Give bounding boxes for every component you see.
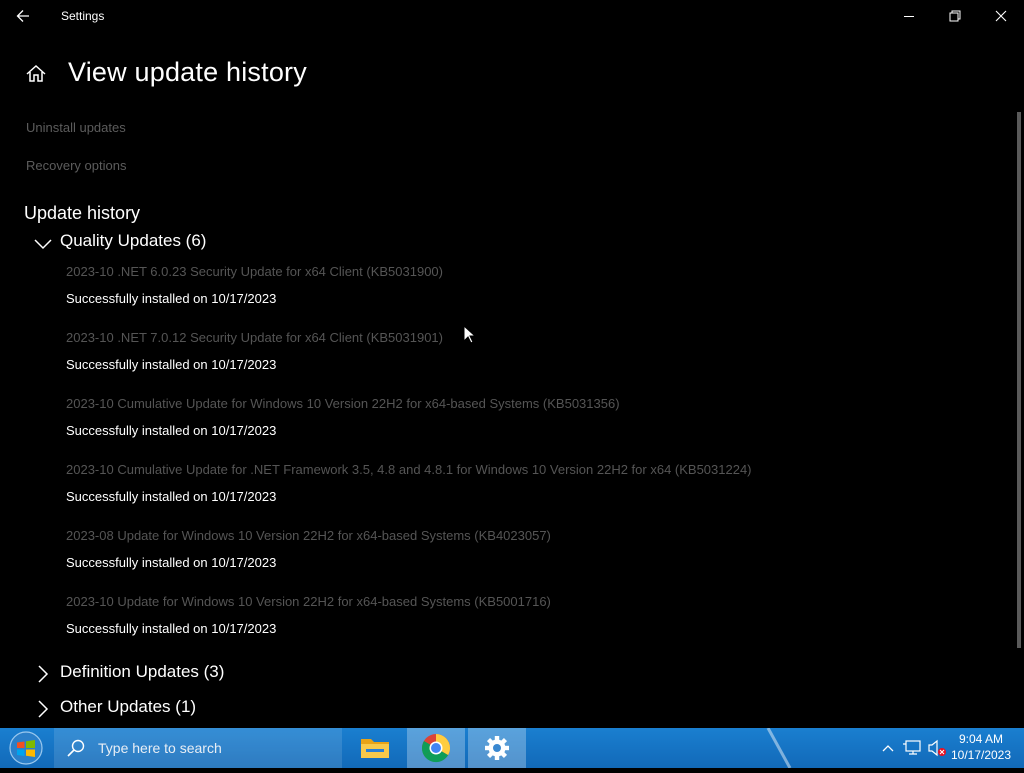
update-status: Successfully installed on 10/17/2023 xyxy=(66,621,277,636)
minimize-button[interactable] xyxy=(886,0,932,32)
restore-button[interactable] xyxy=(932,0,978,32)
clock-time: 9:04 AM xyxy=(958,732,1004,746)
settings-taskbar-button[interactable] xyxy=(468,728,526,768)
gear-icon xyxy=(485,736,509,760)
update-name[interactable]: 2023-10 .NET 6.0.23 Security Update for … xyxy=(66,264,443,279)
wallpaper-streak-decoration xyxy=(766,728,792,768)
home-icon[interactable] xyxy=(24,62,48,86)
definition-updates-label: Definition Updates (3) xyxy=(60,662,225,681)
chevron-right-icon xyxy=(38,665,49,683)
chevron-down-icon xyxy=(34,239,52,250)
chevron-right-icon xyxy=(38,700,49,718)
search-icon xyxy=(67,739,85,757)
windows-logo-icon xyxy=(9,731,43,765)
scrollbar[interactable] xyxy=(1017,112,1021,648)
update-name[interactable]: 2023-08 Update for Windows 10 Version 22… xyxy=(66,528,551,543)
update-name[interactable]: 2023-10 Update for Windows 10 Version 22… xyxy=(66,594,551,609)
volume-muted-icon xyxy=(928,739,946,757)
title-bar: Settings xyxy=(0,0,1024,32)
clock[interactable]: 9:04 AM 10/17/2023 xyxy=(946,731,1016,763)
volume-tray-button[interactable] xyxy=(926,728,948,768)
recovery-options-link[interactable]: Recovery options xyxy=(26,158,126,173)
search-box[interactable]: Type here to search xyxy=(54,728,342,768)
network-tray-button[interactable] xyxy=(902,728,924,768)
page-title: View update history xyxy=(68,57,307,87)
close-button[interactable] xyxy=(978,0,1024,32)
search-placeholder: Type here to search xyxy=(98,740,222,756)
back-arrow-icon[interactable] xyxy=(12,6,36,26)
app-title: Settings xyxy=(61,9,105,23)
show-hidden-icons-button[interactable] xyxy=(878,728,898,768)
other-updates-label: Other Updates (1) xyxy=(60,697,197,716)
update-status: Successfully installed on 10/17/2023 xyxy=(66,357,277,372)
mouse-cursor-icon xyxy=(463,325,477,344)
update-name[interactable]: 2023-10 Cumulative Update for .NET Frame… xyxy=(66,462,752,477)
uninstall-updates-link[interactable]: Uninstall updates xyxy=(26,120,126,135)
update-status: Successfully installed on 10/17/2023 xyxy=(66,489,277,504)
start-button[interactable] xyxy=(4,729,48,767)
update-status: Successfully installed on 10/17/2023 xyxy=(66,291,277,306)
taskbar: Type here to search 9:04 AM 10/17/2023 xyxy=(0,728,1024,768)
quality-updates-label: Quality Updates (6) xyxy=(60,231,207,250)
network-icon xyxy=(903,740,921,755)
update-name[interactable]: 2023-10 .NET 7.0.12 Security Update for … xyxy=(66,330,443,345)
update-name[interactable]: 2023-10 Cumulative Update for Windows 10… xyxy=(66,396,620,411)
chrome-taskbar-button[interactable] xyxy=(407,728,465,768)
update-status: Successfully installed on 10/17/2023 xyxy=(66,423,277,438)
file-explorer-taskbar-button[interactable] xyxy=(346,728,404,768)
update-history-heading: Update history xyxy=(24,203,141,223)
chevron-up-icon xyxy=(882,745,894,752)
update-status: Successfully installed on 10/17/2023 xyxy=(66,555,277,570)
chrome-icon xyxy=(421,734,450,763)
clock-date: 10/17/2023 xyxy=(950,748,1012,762)
folder-icon xyxy=(361,739,389,758)
